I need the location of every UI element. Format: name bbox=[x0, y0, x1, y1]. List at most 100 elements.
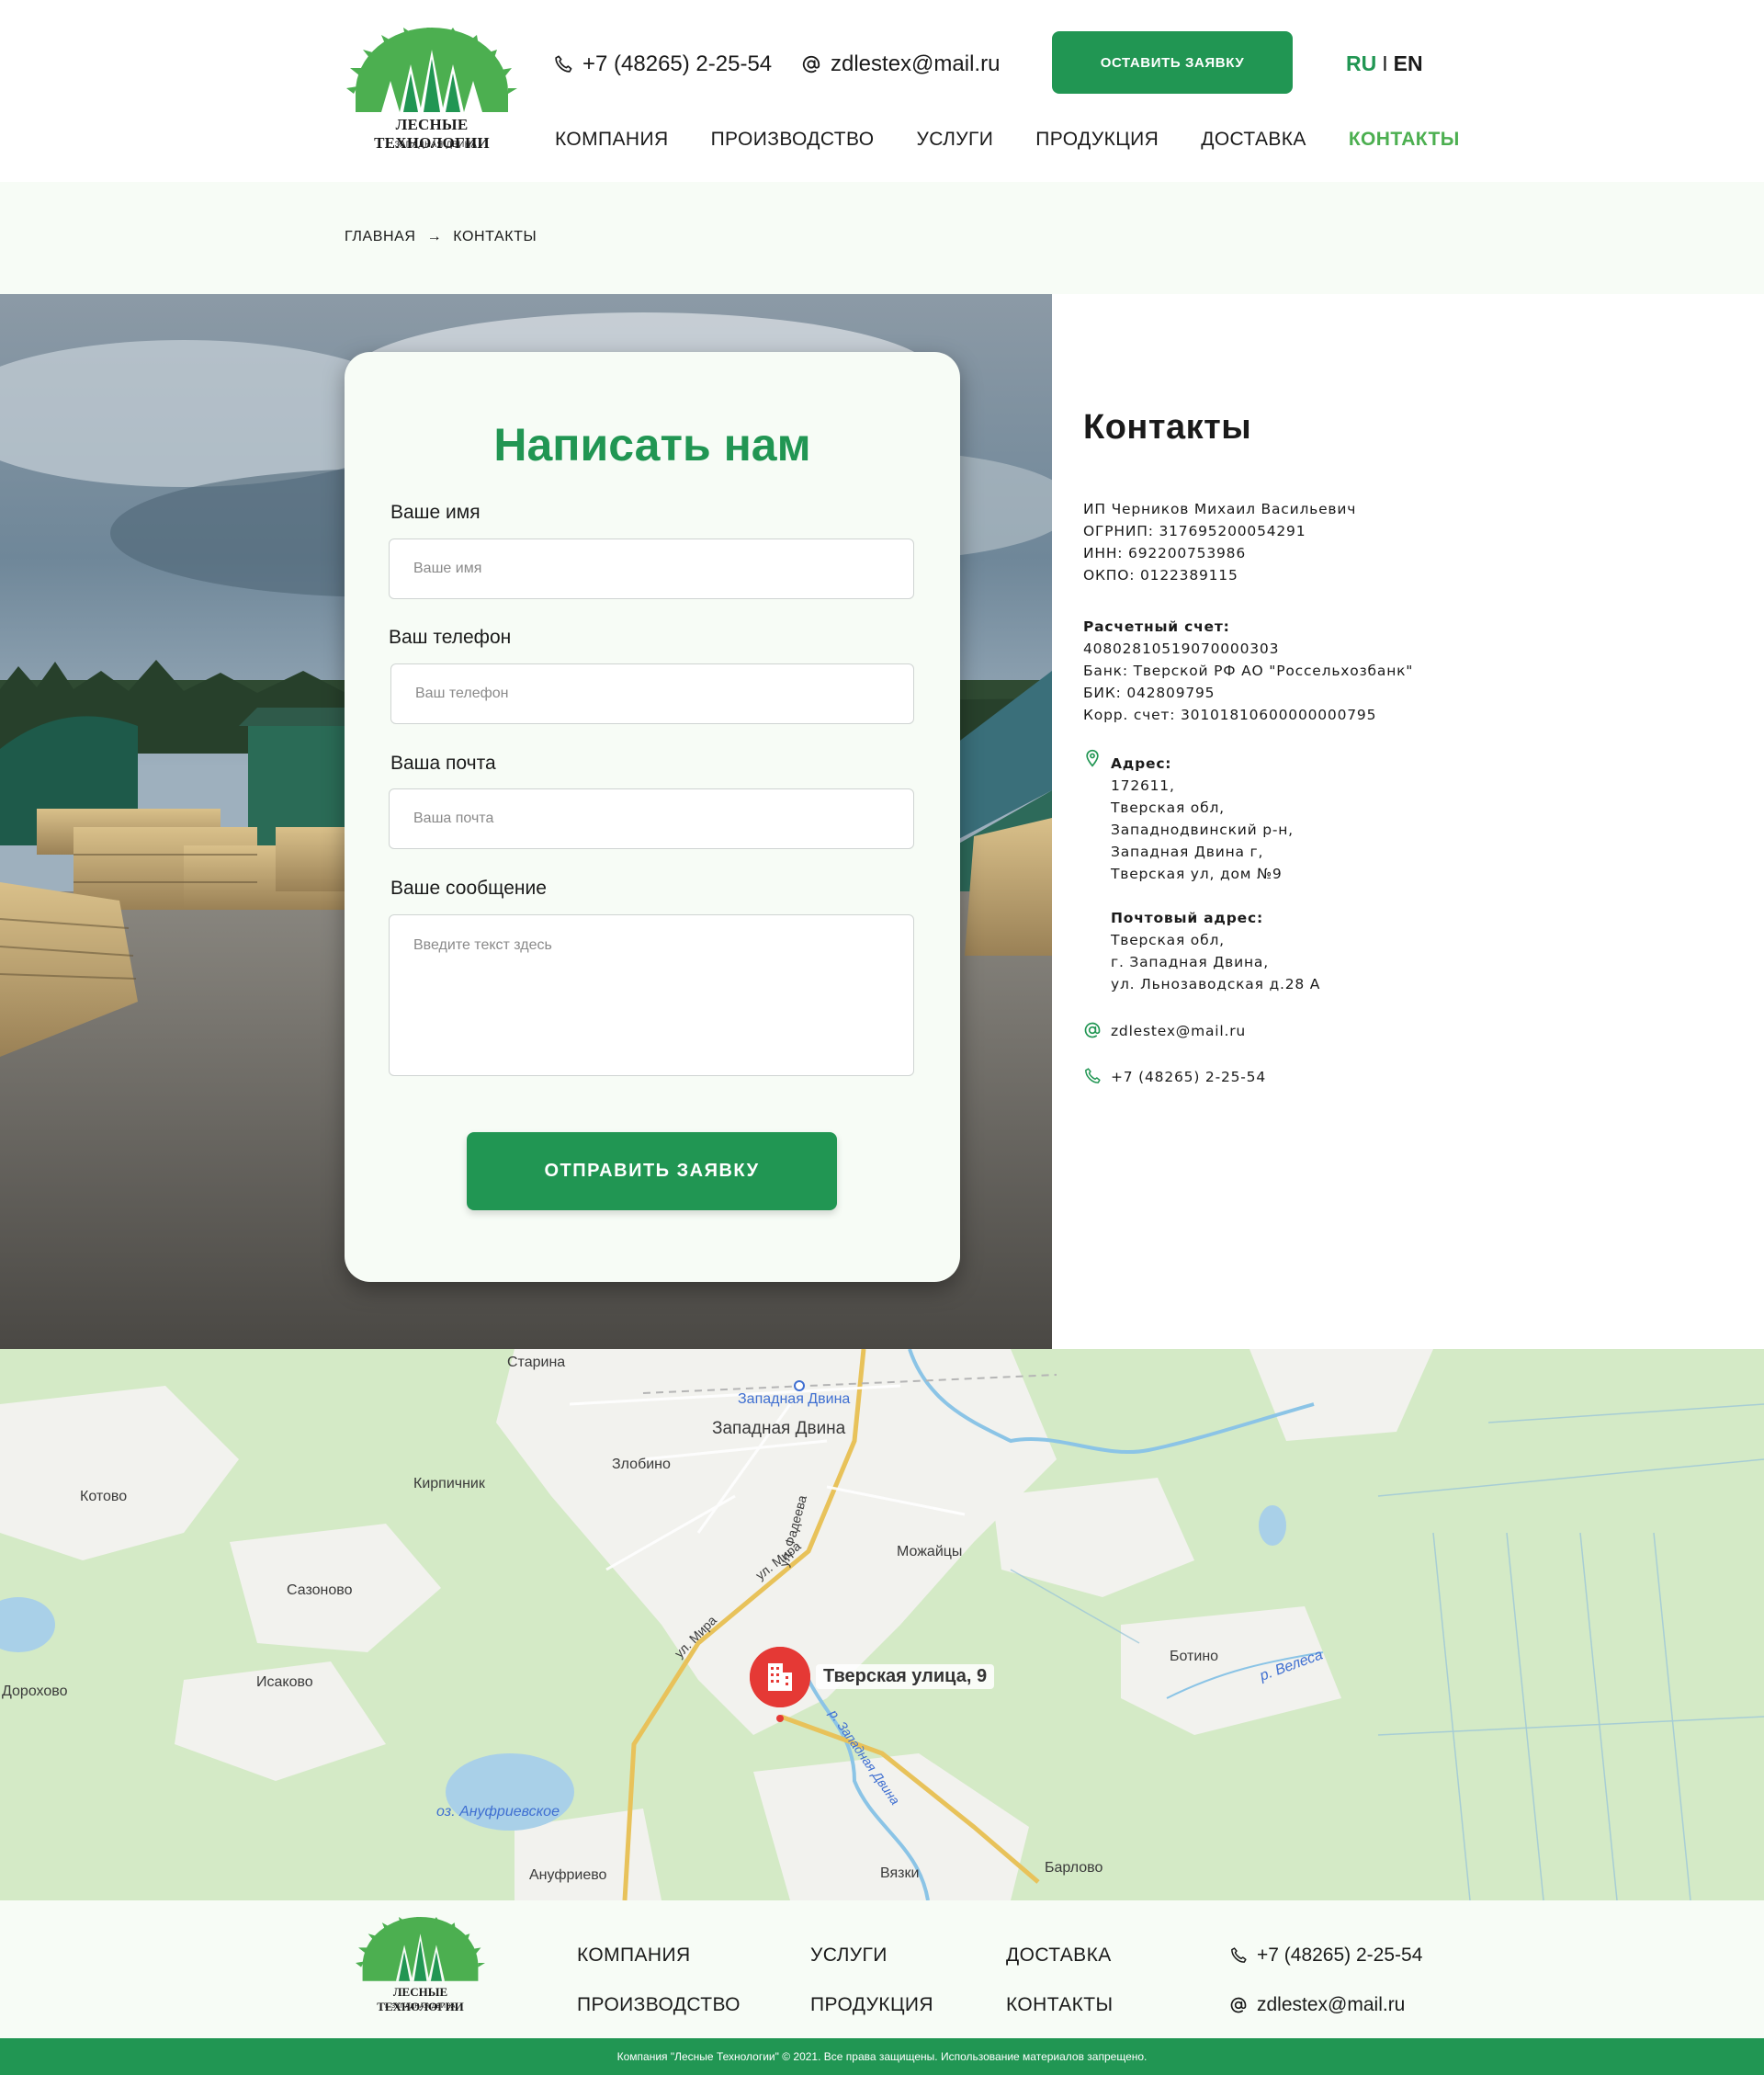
nav-item-contacts[interactable]: КОНТАКТЫ bbox=[1349, 129, 1460, 151]
account-number: 40802810519070000303 bbox=[1083, 641, 1280, 657]
nav-item-delivery[interactable]: ДОСТАВКА bbox=[1201, 129, 1306, 151]
building-marker-icon bbox=[750, 1647, 810, 1722]
footer-phone-text[interactable]: +7 (48265) 2-25-54 bbox=[1257, 1945, 1422, 1967]
leave-request-button[interactable]: ОСТАВИТЬ ЗАЯВКУ bbox=[1052, 31, 1293, 94]
address-line: Западнодвинский р-н, bbox=[1111, 822, 1294, 838]
map-label: Сазоново bbox=[287, 1582, 353, 1598]
map-marker[interactable] bbox=[748, 1645, 812, 1724]
lang-separator: I bbox=[1382, 51, 1388, 75]
map-label-town: Западная Двина bbox=[712, 1419, 846, 1438]
breadcrumb-current: КОНТАКТЫ bbox=[453, 229, 537, 244]
at-icon bbox=[802, 55, 820, 74]
phone-label: Ваш телефон bbox=[389, 627, 512, 648]
map-label: Исаково bbox=[256, 1674, 313, 1690]
map-label: Барлово bbox=[1045, 1860, 1103, 1876]
address-label: Адрес: bbox=[1111, 755, 1172, 772]
footer-nav-services[interactable]: УСЛУГИ bbox=[810, 1945, 888, 1967]
message-label: Ваше сообщение bbox=[390, 878, 547, 899]
logo-subtext: г. ЗАПАДНАЯ ДВИНА bbox=[386, 140, 478, 149]
message-textarea[interactable] bbox=[390, 915, 913, 1075]
footer-phone[interactable]: +7 (48265) 2-25-54 bbox=[1229, 1945, 1422, 1967]
logo-saw-trees-icon bbox=[346, 26, 517, 112]
footer-logo-text: ЛЕСНЫЕ ТЕХНОЛОГИИ bbox=[377, 1985, 464, 2013]
map-label: Кирпичник bbox=[413, 1476, 485, 1491]
header-email-text[interactable]: zdlestex@mail.ru bbox=[831, 51, 1000, 77]
header-phone[interactable]: +7 (48265) 2-25-54 bbox=[553, 51, 772, 77]
phone-icon bbox=[1231, 1947, 1247, 1963]
contact-email[interactable]: zdlestex@mail.ru bbox=[1111, 1020, 1246, 1042]
at-icon bbox=[1084, 1022, 1101, 1038]
message-field-wrap bbox=[389, 914, 914, 1076]
logo-saw-trees-icon bbox=[356, 1915, 485, 1981]
footer-email-text[interactable]: zdlestex@mail.ru bbox=[1257, 1994, 1405, 2016]
submit-request-button[interactable]: ОТПРАВИТЬ ЗАЯВКУ bbox=[467, 1132, 837, 1210]
location-map[interactable]: Старина Западная Двина Западная Двина Зл… bbox=[0, 1349, 1764, 1900]
address-line: Тверская обл, bbox=[1111, 799, 1225, 816]
map-label: Ануфриево bbox=[529, 1867, 607, 1883]
map-label: Ботино bbox=[1170, 1649, 1219, 1664]
footer-nav-products[interactable]: ПРОДУКЦИЯ bbox=[810, 1994, 933, 2016]
footer-nav-contacts[interactable]: КОНТАКТЫ bbox=[1006, 1994, 1114, 2016]
nav-item-company[interactable]: КОМПАНИЯ bbox=[555, 129, 669, 151]
map-label: Старина bbox=[507, 1355, 566, 1370]
header-email[interactable]: zdlestex@mail.ru bbox=[801, 51, 1000, 77]
breadcrumb-arrow-icon: → bbox=[426, 229, 443, 244]
breadcrumb-home[interactable]: ГЛАВНАЯ bbox=[345, 229, 416, 245]
postal-line: Тверская обл, bbox=[1111, 932, 1225, 948]
map-tiles bbox=[0, 1349, 1764, 1900]
nav-item-production[interactable]: ПРОИЗВОДСТВО bbox=[711, 129, 875, 151]
copyright-bar: Компания "Лесные Технологии" © 2021. Все… bbox=[0, 2038, 1764, 2075]
owner-name: ИП Черников Михаил Васильевич bbox=[1083, 501, 1357, 517]
contacts-info: Контакты ИП Черников Михаил Васильевич О… bbox=[1052, 294, 1764, 1349]
phone-field-wrap bbox=[390, 663, 914, 724]
map-marker-label: Тверская улица, 9 bbox=[816, 1664, 995, 1689]
map-label: Можайцы bbox=[897, 1544, 963, 1559]
address: Адрес: 172611, Тверская обл, Западнодвин… bbox=[1111, 753, 1294, 885]
nav-item-products[interactable]: ПРОДУКЦИЯ bbox=[1035, 129, 1159, 151]
footer-nav-delivery[interactable]: ДОСТАВКА bbox=[1006, 1945, 1112, 1967]
nav-item-services[interactable]: УСЛУГИ bbox=[916, 129, 993, 151]
account-label: Расчетный счет: bbox=[1083, 618, 1230, 635]
site-logo[interactable]: ЛЕСНЫЕ ТЕХНОЛОГИИ г. ЗАПАДНАЯ ДВИНА bbox=[345, 26, 519, 156]
postal-line: г. Западная Двина, bbox=[1111, 954, 1269, 970]
main-nav: КОМПАНИЯ ПРОИЗВОДСТВО УСЛУГИ ПРОДУКЦИЯ Д… bbox=[555, 129, 1460, 151]
map-label: Котово bbox=[80, 1489, 128, 1504]
footer-email[interactable]: zdlestex@mail.ru bbox=[1229, 1994, 1405, 2016]
footer-logo-subtext: г. ЗАПАДНАЯ ДВИНА bbox=[385, 2003, 456, 2010]
address-line: Тверская ул, дом №9 bbox=[1111, 866, 1283, 882]
map-label-station: Западная Двина bbox=[738, 1391, 851, 1407]
breadcrumb: ГЛАВНАЯ → КОНТАКТЫ bbox=[0, 182, 1764, 294]
company-requisites: ИП Черников Михаил Васильевич ОГРНИП: 31… bbox=[1083, 498, 1356, 586]
map-label: Злобино bbox=[612, 1457, 671, 1472]
bank-details: Расчетный счет: 40802810519070000303 Бан… bbox=[1083, 616, 1413, 726]
okpo: ОКПО: 0122389115 bbox=[1083, 567, 1238, 584]
address-line: Западная Двина г, bbox=[1111, 844, 1264, 860]
name-input[interactable] bbox=[390, 539, 913, 598]
email-input[interactable] bbox=[390, 789, 913, 848]
name-field-wrap bbox=[389, 539, 914, 599]
contacts-title: Контакты bbox=[1083, 408, 1252, 447]
ogrnip: ОГРНИП: 317695200054291 bbox=[1083, 523, 1306, 539]
inn: ИНН: 692200753986 bbox=[1083, 545, 1246, 561]
at-icon bbox=[1230, 1997, 1247, 2013]
address-line: 172611, bbox=[1111, 777, 1175, 794]
name-label: Ваше имя bbox=[390, 502, 481, 523]
contact-phone[interactable]: +7 (48265) 2-25-54 bbox=[1111, 1066, 1266, 1088]
phone-input[interactable] bbox=[391, 664, 913, 723]
footer-nav-company[interactable]: КОМПАНИЯ bbox=[577, 1945, 691, 1967]
site-header: ЛЕСНЫЕ ТЕХНОЛОГИИ г. ЗАПАДНАЯ ДВИНА +7 (… bbox=[0, 0, 1764, 182]
map-label: Дорохово bbox=[2, 1684, 68, 1699]
map-label: Вязки bbox=[880, 1865, 920, 1881]
footer-logo[interactable]: ЛЕСНЫЕ ТЕХНОЛОГИИ г. ЗАПАДНАЯ ДВИНА bbox=[354, 1915, 487, 2020]
header-phone-text[interactable]: +7 (48265) 2-25-54 bbox=[582, 51, 772, 77]
contact-form: Написать нам Ваше имя Ваш телефон Ваша п… bbox=[345, 352, 960, 1282]
location-pin-icon bbox=[1086, 749, 1099, 767]
language-switcher: RU I EN bbox=[1346, 51, 1423, 76]
lang-ru[interactable]: RU bbox=[1346, 51, 1376, 75]
lang-en[interactable]: EN bbox=[1394, 51, 1423, 75]
postal-line: ул. Льнозаводская д.28 А bbox=[1111, 976, 1321, 992]
phone-icon bbox=[555, 55, 572, 73]
footer-nav-production[interactable]: ПРОИЗВОДСТВО bbox=[577, 1994, 741, 2016]
bank-name: Банк: Тверской РФ АО "Россельхозбанк" bbox=[1083, 663, 1414, 679]
site-footer: ЛЕСНЫЕ ТЕХНОЛОГИИ г. ЗАПАДНАЯ ДВИНА КОМП… bbox=[0, 1900, 1764, 2038]
